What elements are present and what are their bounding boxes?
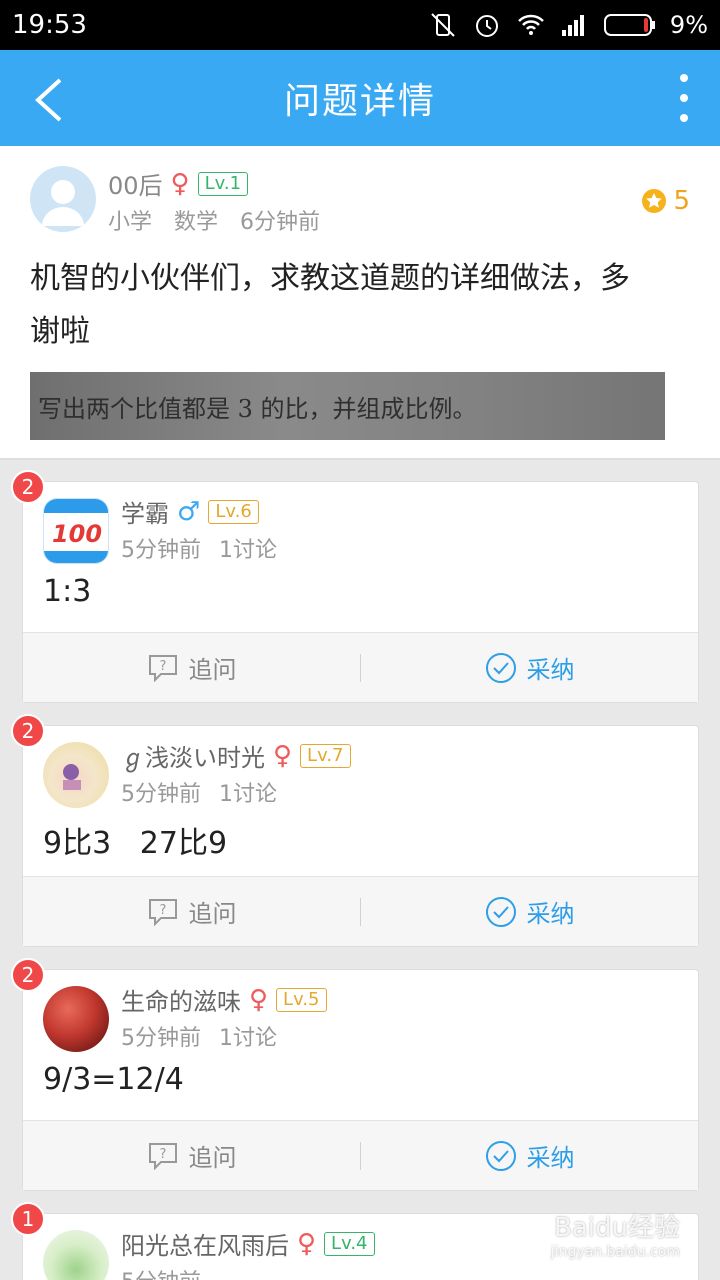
reward-value: 5 — [673, 186, 690, 216]
grade-label: 小学 — [108, 210, 153, 235]
avatar[interactable] — [43, 1230, 109, 1280]
username: 阳光总在风雨后 — [121, 1232, 289, 1260]
answer-user[interactable]: ℊ浅淡い时光 ♀ Lv.7 — [121, 738, 351, 773]
level-badge: Lv.7 — [300, 743, 351, 768]
vibrate-off-icon — [431, 13, 455, 37]
signal-icon — [561, 15, 584, 36]
discussion-count: 1讨论 — [219, 1026, 277, 1051]
level-badge: Lv.1 — [197, 171, 249, 196]
star-coin-icon — [642, 189, 667, 213]
answer-user[interactable]: 学霸 ♂ Lv.6 — [121, 494, 259, 529]
svg-text:?: ? — [159, 1147, 166, 1162]
answer-meta: 5分钟前 1讨论 — [121, 776, 277, 808]
username: 生命的滋味 — [121, 988, 241, 1016]
avatar[interactable] — [43, 742, 109, 808]
female-icon: ♀ — [297, 1228, 317, 1259]
battery-percent: 9% — [669, 11, 708, 39]
avatar[interactable]: 100 — [43, 498, 109, 564]
answer-meta: 5分钟前 1讨论 — [121, 1020, 277, 1052]
post-time: 6分钟前 — [240, 210, 321, 235]
answer-count-badge: 2 — [11, 470, 45, 504]
baidu-watermark: Baidu经验 jingyan.baidu.com — [551, 1207, 680, 1260]
discussion-count: 1讨论 — [219, 538, 277, 563]
answer-actions: ? 追问 采纳 — [23, 876, 698, 946]
check-circle-icon — [485, 896, 516, 927]
level-badge: Lv.6 — [208, 499, 259, 524]
question-bubble-icon: ? — [148, 654, 177, 682]
accept-button[interactable]: 采纳 — [361, 650, 698, 685]
female-icon: ♀ — [273, 740, 293, 771]
back-arrow-icon[interactable] — [28, 76, 76, 124]
app-bar: 问题详情 — [0, 50, 720, 146]
level-badge: Lv.4 — [324, 1231, 375, 1256]
wifi-icon — [518, 14, 544, 35]
reward: 5 — [641, 186, 690, 216]
answer-card: 2 100 学霸 ♂ Lv.6 5分钟前 1讨论 1:3 ? 追问 采纳 — [11, 470, 699, 703]
battery-icon — [603, 14, 655, 36]
question-image[interactable]: 写出两个比值都是 3 的比，并组成比例。 — [30, 372, 665, 440]
question-image-text: 写出两个比值都是 3 的比，并组成比例。 — [38, 394, 477, 423]
answer-actions: ? 追问 采纳 — [23, 632, 698, 702]
username: ℊ浅淡い时光 — [121, 744, 265, 772]
status-time: 19:53 — [12, 10, 87, 40]
question-text: 机智的小伙伴们，求教这道题的详细做法，多谢啦 — [30, 261, 630, 349]
answer-time: 5分钟前 — [121, 1264, 201, 1280]
avatar[interactable] — [30, 166, 96, 232]
female-icon: ♀ — [170, 168, 190, 199]
female-icon: ♀ — [249, 984, 269, 1015]
check-circle-icon — [485, 1140, 516, 1171]
answer-count-badge: 2 — [11, 958, 45, 992]
answer-text: 9/3=12/4 — [43, 1062, 184, 1097]
page-title: 问题详情 — [283, 81, 436, 122]
level-badge: Lv.5 — [276, 987, 327, 1012]
svg-text:100: 100 — [52, 520, 102, 548]
follow-up-button[interactable]: ? 追问 — [23, 650, 360, 685]
more-menu-icon[interactable] — [674, 72, 694, 124]
svg-text:?: ? — [159, 903, 166, 918]
check-circle-icon — [485, 652, 516, 683]
question-meta: 小学 数学 6分钟前 — [108, 204, 320, 236]
watermark-url: jingyan.baidu.com — [550, 1244, 680, 1260]
subject-label: 数学 — [174, 210, 219, 235]
alarm-icon — [475, 15, 498, 37]
answer-meta: 5分钟前 1讨论 — [121, 532, 277, 564]
answer-time: 5分钟前 — [121, 782, 201, 807]
discussion-count: 1讨论 — [219, 782, 277, 807]
answer-user[interactable]: 生命的滋味 ♀ Lv.5 — [121, 982, 327, 1017]
username: 学霸 — [121, 500, 169, 528]
male-icon: ♂ — [177, 496, 201, 527]
accept-button[interactable]: 采纳 — [361, 894, 698, 929]
question-card: 00后 ♀ Lv.1 小学 数学 6分钟前 5 机智的小伙伴们，求教这道题的详细… — [0, 146, 720, 460]
svg-text:?: ? — [159, 659, 166, 674]
answer-text: 9比3 27比9 — [43, 826, 228, 861]
answer-card: 2 生命的滋味 ♀ Lv.5 5分钟前 1讨论 9/3=12/4 ? 追问 采纳 — [11, 958, 699, 1191]
answer-time: 5分钟前 — [121, 538, 201, 563]
question-bubble-icon: ? — [148, 898, 177, 926]
answer-count-badge: 2 — [11, 714, 45, 748]
username: 00后 — [108, 172, 163, 200]
watermark-main: Baidu经验 — [554, 1213, 680, 1243]
answer-count-badge: 1 — [11, 1202, 45, 1236]
question-bubble-icon: ? — [148, 1142, 177, 1170]
avatar[interactable] — [43, 986, 109, 1052]
question-user[interactable]: 00后 ♀ Lv.1 — [108, 166, 249, 201]
answer-text: 1:3 — [43, 574, 92, 609]
answer-card: 2 ℊ浅淡い时光 ♀ Lv.7 5分钟前 1讨论 9比3 27比9 ? 追问 采… — [11, 714, 699, 947]
answer-user[interactable]: 阳光总在风雨后 ♀ Lv.4 — [121, 1226, 375, 1261]
answer-actions: ? 追问 采纳 — [23, 1120, 698, 1190]
status-bar: 19:53 9% — [0, 0, 720, 50]
answer-time: 5分钟前 — [121, 1026, 201, 1051]
follow-up-button[interactable]: ? 追问 — [23, 1138, 360, 1173]
answer-meta: 5分钟前 — [121, 1264, 201, 1280]
follow-up-button[interactable]: ? 追问 — [23, 894, 360, 929]
accept-button[interactable]: 采纳 — [361, 1138, 698, 1173]
